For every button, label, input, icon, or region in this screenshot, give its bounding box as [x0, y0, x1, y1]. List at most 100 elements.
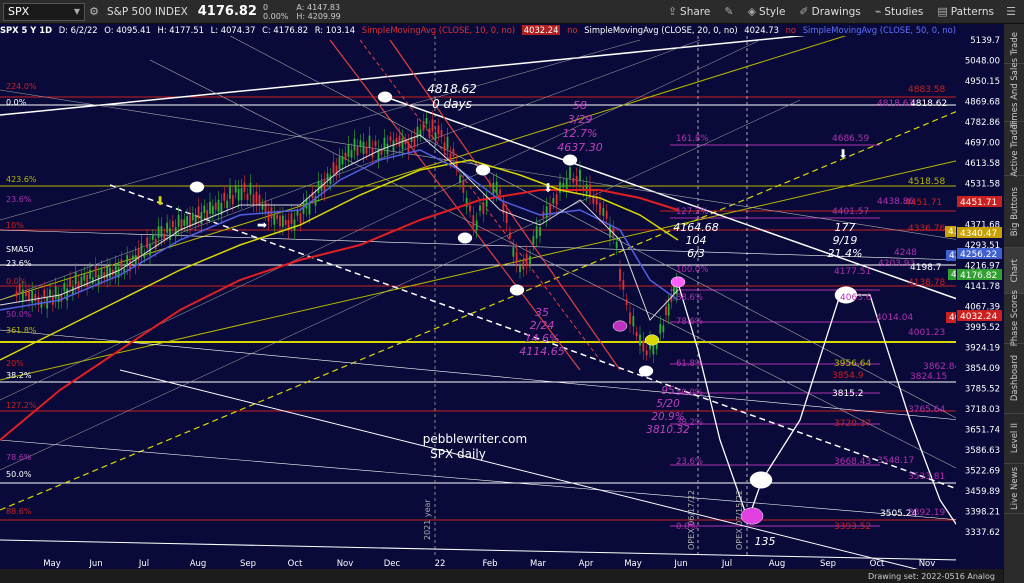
- time-axis-tick: Jul: [138, 559, 149, 569]
- candle-body: [629, 312, 631, 325]
- vertical-label-opex2: OPEX 07/15/22: [735, 490, 744, 550]
- share-button[interactable]: ⇪ Share: [662, 2, 717, 22]
- drawings-button[interactable]: ✐ Drawings: [793, 2, 866, 22]
- gear-icon[interactable]: ⚙: [85, 3, 103, 21]
- price-level-label: 4063.6: [840, 293, 872, 303]
- side-tab-active-trader[interactable]: Active Trader: [1004, 121, 1024, 176]
- candle-body: [299, 213, 302, 224]
- candle-body: [34, 293, 37, 302]
- legend-sma20[interactable]: SimpleMovingAvg (CLOSE, 20, 0, no): [584, 25, 737, 35]
- fib-level-label: 161.8%: [676, 134, 708, 144]
- patterns-button[interactable]: ▤ Patterns: [931, 2, 1000, 22]
- pivot-marker: [189, 181, 205, 193]
- settings-button[interactable]: ✎: [718, 2, 739, 22]
- candle-body: [171, 220, 174, 228]
- time-axis-tick: Aug: [769, 559, 786, 569]
- bottom-bar: Drawing set: 2022-0516 Analog: [0, 569, 1003, 583]
- top-value-label: 4818.62: [427, 82, 477, 96]
- price-axis-tick: 4613.58: [965, 159, 1000, 169]
- left-fib-label: 127.2%: [6, 401, 37, 410]
- time-axis-tick: May: [43, 559, 61, 569]
- symbol-selector[interactable]: SPX ▼: [3, 2, 85, 21]
- candle-body: [240, 188, 243, 201]
- candle-body: [120, 259, 123, 270]
- menu-icon[interactable]: ☰: [1002, 3, 1020, 21]
- candle-body: [605, 210, 608, 219]
- side-tab-label: Trade: [1009, 31, 1020, 56]
- patterns-icon: ▤: [937, 5, 948, 18]
- candle-body: [665, 306, 667, 316]
- candle-body: [106, 266, 109, 279]
- candle-body: [472, 215, 475, 227]
- candle-body: [290, 213, 293, 225]
- side-tab-phase-scores[interactable]: Phase Scores: [1004, 290, 1024, 347]
- time-axis-tick: 22: [435, 559, 446, 569]
- legend-open: O: 4095.41: [104, 25, 151, 35]
- side-tab-level-ii[interactable]: Level II: [1004, 414, 1024, 464]
- candle-body: [338, 157, 341, 170]
- candle-body: [15, 291, 18, 297]
- candle-body: [206, 210, 209, 219]
- price-axis-tick: 3785.52: [965, 385, 1000, 395]
- side-tab-big-buttons[interactable]: Big Buttons: [1004, 176, 1024, 248]
- candle-body: [249, 182, 252, 195]
- pivot-marker: [377, 91, 393, 103]
- down-arrow-icon: ⬇: [155, 194, 165, 208]
- fib-level-label: 23.6%: [676, 457, 703, 467]
- candle-body: [479, 205, 481, 211]
- left-fib-label: 23.6%: [6, 195, 32, 204]
- price-chart[interactable]: ⬇⬇⬇➡ 4818.620 days 583/2912.7%4637.30352/…: [0, 36, 1003, 569]
- candle-body: [54, 286, 57, 299]
- price-level-label: 3392.19: [908, 508, 945, 518]
- studies-button[interactable]: ⌁ Studies: [869, 2, 930, 22]
- thinkorswim-window: SPX ▼ ⚙ S&P 500 INDEX 4176.82 0 0.00% A:…: [0, 0, 1024, 583]
- candle-body: [515, 251, 518, 264]
- fib-level-label: 127.2%: [676, 207, 708, 217]
- style-button[interactable]: ◈ Style: [742, 2, 792, 22]
- side-tab-live-news[interactable]: Live News: [1004, 464, 1024, 514]
- patterns-label: Patterns: [950, 5, 994, 18]
- price-level-label: 4177.51: [834, 267, 871, 277]
- time-axis-tick: Oct: [288, 559, 303, 569]
- current-price-tag-text: 4451.71: [960, 198, 997, 208]
- pivot-marker: [638, 365, 654, 377]
- candle-body: [539, 226, 541, 236]
- side-tab-label: Big Buttons: [1009, 186, 1020, 237]
- candle-body: [549, 203, 551, 214]
- price-level-label: 4686.59: [832, 134, 869, 144]
- legend-sma10[interactable]: SimpleMovingAvg (CLOSE, 10, 0, no): [362, 25, 515, 35]
- pivot-marker: [457, 232, 473, 244]
- candle-body: [482, 202, 485, 214]
- fib-level-label: 100.0%: [676, 265, 708, 275]
- candle-body: [615, 241, 618, 249]
- candle-body: [226, 200, 229, 209]
- candle-body: [407, 141, 410, 153]
- price-level-label: 4014.04: [876, 313, 913, 323]
- left-fib-label: 0.0%: [6, 277, 27, 286]
- candle-body: [191, 213, 194, 221]
- legend-sma50[interactable]: SimpleMovingAvg (CLOSE, 50, 0, no): [803, 25, 956, 35]
- side-tab-dashboard[interactable]: Dashboard: [1004, 344, 1024, 414]
- candle-body: [217, 199, 220, 212]
- annotation-a3: 4164.68: [673, 221, 719, 234]
- left-fib-label: 50.0%: [6, 470, 32, 479]
- side-panel: Trade Times And Sales Active Trader Big But…: [1003, 24, 1024, 583]
- candle-body: [383, 137, 386, 150]
- drawing-set-label[interactable]: Drawing set: 2022-0516 Analog: [868, 572, 995, 581]
- candle-body: [599, 202, 601, 215]
- candle-body: [60, 294, 63, 302]
- candle-body: [89, 269, 91, 279]
- style-label: Style: [759, 5, 786, 18]
- side-tab-times-and-sales[interactable]: Times And Sales: [1004, 58, 1024, 127]
- candle-body: [21, 289, 24, 302]
- candle-body: [344, 152, 347, 161]
- side-tab-chart[interactable]: Chart: [1004, 248, 1024, 294]
- candle-body: [157, 226, 160, 238]
- candle-body: [114, 264, 117, 276]
- price-level-label: 4138.78: [908, 278, 945, 288]
- candle-body: [329, 175, 332, 184]
- price-axis-tick: 3924.19: [965, 344, 1000, 354]
- price-axis-tick: 3995.52: [965, 323, 1000, 333]
- pivot-marker: [612, 320, 628, 332]
- candle-body: [401, 138, 404, 150]
